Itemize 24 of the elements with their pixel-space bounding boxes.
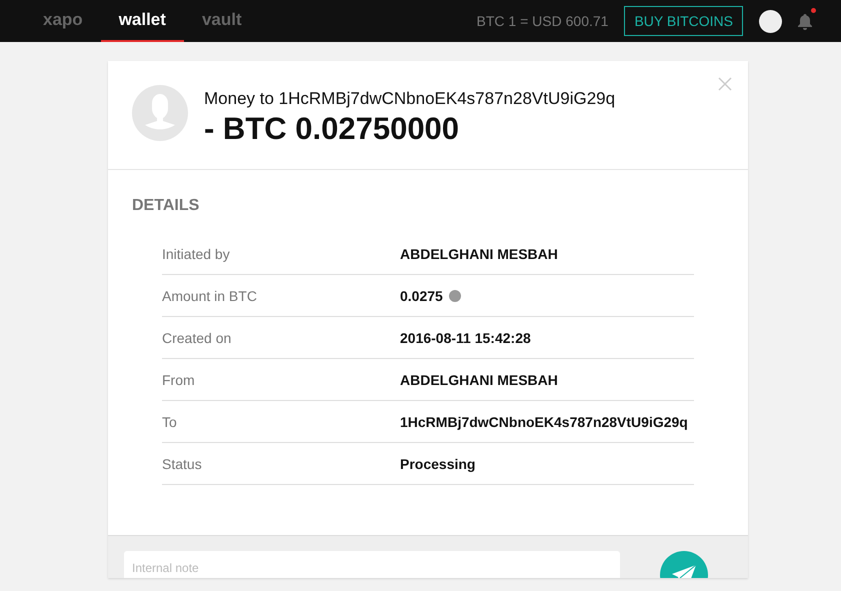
avatar-icon[interactable] <box>759 10 782 32</box>
transaction-title: Money to 1HcRMBj7dwCNbnoEK4s787n28VtU9iG29q <box>204 89 616 109</box>
nav-tab[interactable]: wallet <box>100 0 184 42</box>
close-icon[interactable] <box>718 77 732 91</box>
detail-value: 0.0275 <box>400 288 443 304</box>
transaction-amount: - BTC 0.02750000 <box>204 111 460 147</box>
detail-value: 1HcRMBj7dwCNbnoEK4s787n28VtU9iG29q <box>400 414 688 430</box>
detail-value: 2016-08-11 15:42:28 <box>400 330 531 346</box>
avatar-icon <box>132 85 188 141</box>
detail-label: Initiated by <box>162 246 231 262</box>
detail-label: From <box>162 372 196 388</box>
detail-value: ABDELGHANI MESBAH <box>400 246 558 262</box>
info-icon[interactable] <box>448 290 461 302</box>
buy-bitcoins-button[interactable]: BUY BITCOINS <box>624 6 743 36</box>
detail-value: ABDELGHANI MESBAH <box>400 372 558 388</box>
internal-note-field[interactable]: Internal note <box>124 551 620 578</box>
detail-label: Amount in BTC <box>162 288 258 304</box>
detail-label: To <box>162 414 178 430</box>
exchange-rate: BTC 1 = USD 600.71 <box>476 13 608 29</box>
bell-icon[interactable] <box>797 12 813 30</box>
details-heading: DETAILS <box>132 197 200 215</box>
detail-value: Processing <box>400 456 476 472</box>
detail-label: Status <box>162 456 203 472</box>
detail-label: Created on <box>162 330 232 346</box>
